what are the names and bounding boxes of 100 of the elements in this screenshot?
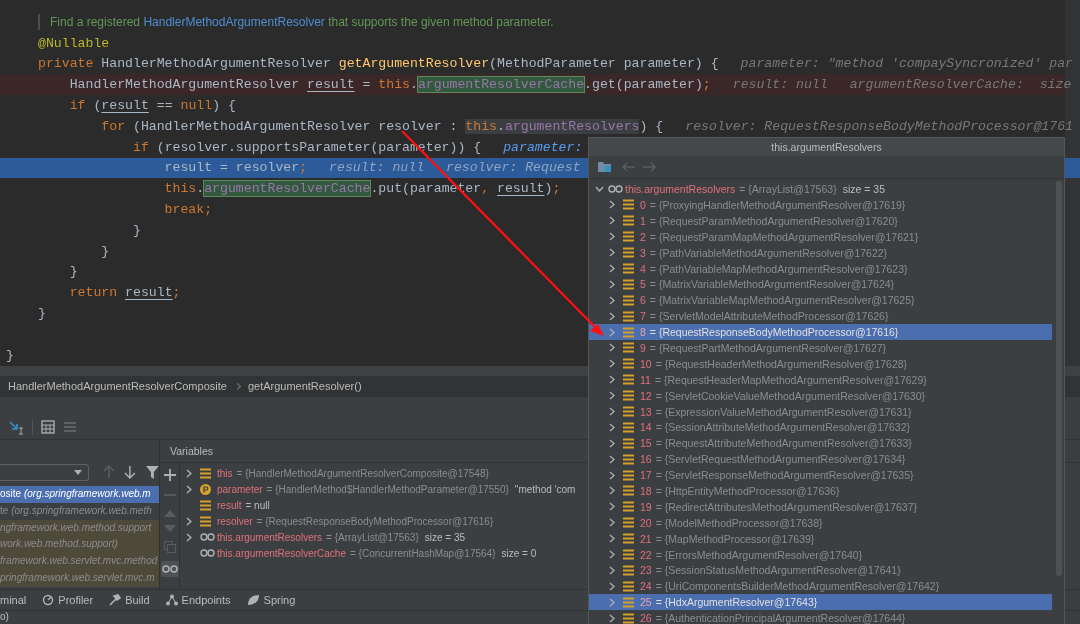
folder-icon[interactable] (597, 160, 613, 174)
variable-value: = null (245, 499, 270, 511)
watch-icon (200, 533, 215, 541)
tree-row[interactable]: 24 = {UriComponentsBuilderMethodArgumentResolver@17642} (589, 578, 1052, 595)
code-line: } (131, 222, 141, 238)
field-icon (623, 437, 634, 449)
tree-row[interactable]: 0 = {ProxyingHandlerMethodArgumentResolver@17619} (589, 197, 1052, 213)
tool-window-tab[interactable]: minal (0, 594, 27, 606)
watch-icon (200, 549, 215, 557)
tree-row[interactable]: 17 = {ServletResponseMethodArgumentResolver@17635} (589, 467, 1052, 484)
debug-hint: result: null (329, 160, 425, 176)
calculator-icon[interactable] (41, 420, 55, 434)
variable-name: 16 (640, 453, 652, 466)
variable-name: 6 (640, 294, 646, 307)
variable-value: = {ServletModelAttributeMethodProcessor@17626} (649, 310, 889, 323)
tree-row[interactable]: 21 = {MapMethodProcessor@17639} (589, 530, 1052, 547)
variable-name: 17 (640, 469, 652, 482)
variable-value: = {ModelMethodProcessor@17638} (655, 516, 823, 529)
field-icon (623, 517, 634, 529)
tree-row[interactable]: 3 = {PathVariableMethodArgumentResolver@17622} (589, 244, 1052, 261)
variable-name: 12 (640, 389, 652, 402)
watches-toggle[interactable] (160, 561, 179, 577)
field-icon (623, 231, 634, 243)
tree-row[interactable]: 10 = {RequestHeaderMethodArgumentResolver@17628} (589, 355, 1052, 372)
tree-row[interactable]: 18 = {HttpEntityMethodProcessor@17636} (589, 483, 1052, 499)
tree-row[interactable]: 12 = {ServletCookieValueMethodArgumentResolver@17630} (589, 387, 1052, 404)
tree-row[interactable]: 8 = {RequestResponseBodyMethodProcessor@17616} (589, 324, 1052, 340)
variable-name: this.argumentResolverCache (217, 547, 346, 559)
hammer-icon (109, 594, 122, 606)
variable-name: 4 (640, 262, 646, 275)
variable-name: 13 (640, 405, 652, 418)
tree-row[interactable]: 23 = {SessionStatusMethodArgumentResolver@17641} (589, 562, 1052, 579)
variable-value: = {AuthenticationPrincipalArgumentResolver@17644} (655, 612, 906, 624)
variable-name: 26 (640, 612, 652, 624)
field-icon (623, 421, 634, 433)
debug-hint: resolver: Request (446, 160, 581, 176)
variable-detail: "method 'com (514, 483, 576, 495)
down-arrow-icon[interactable] (124, 465, 137, 479)
variable-value: = {HdxArgumentResolver@17643} (655, 596, 818, 609)
stack-frame[interactable]: work.web.method.support) (0, 536, 159, 554)
variable-value: = {UriComponentsBuilderMethodArgumentResolver@17642} (655, 580, 940, 593)
stack-frame[interactable]: osite (org.springframework.web.m (0, 486, 159, 503)
breadcrumb-item[interactable]: HandlerMethodArgumentResolverComposite (8, 380, 227, 392)
tree-row[interactable]: 7 = {ServletModelAttributeMethodProcessor@17626} (589, 308, 1052, 325)
tree-row[interactable]: 2 = {RequestParamMapMethodArgumentResolver@17621} (589, 228, 1052, 245)
code-line: for (HandlerMethodArgumentResolver resolver : this.argumentResolvers) { (100, 118, 664, 134)
variable-name: 20 (640, 516, 652, 529)
stack-frame[interactable]: te (org.springframework.web.meth (0, 502, 159, 520)
field-icon (623, 247, 634, 259)
field-icon (623, 596, 634, 608)
variable-name: 15 (640, 437, 652, 450)
tool-window-tab[interactable]: Spring (246, 594, 296, 606)
variable-value: = {RequestParamMapMethodArgumentResolver@17621} (649, 230, 919, 243)
field-icon (200, 515, 211, 527)
tree-row[interactable]: 22 = {ErrorsMethodArgumentResolver@17640} (589, 546, 1052, 563)
tree-row[interactable]: 1 = {RequestParamMethodArgumentResolver@17620} (589, 212, 1052, 229)
tree-row[interactable]: 25 = {HdxArgumentResolver@17643} (589, 594, 1052, 611)
tree-row[interactable]: 26 = {AuthenticationPrincipalArgumentResolver@17644} (589, 610, 1052, 624)
field-icon (623, 580, 634, 592)
variable-name: 1 (640, 214, 646, 227)
tree-row[interactable]: 13 = {ExpressionValueMethodArgumentResolver@17631} (589, 403, 1052, 420)
code-line: private HandlerMethodArgumentResolver getArgumentResolver(MethodParameter parameter) { (38, 56, 719, 72)
debug-hint: result: null (732, 77, 828, 93)
status-text: o) (0, 611, 9, 622)
variable-name: 3 (640, 246, 646, 259)
variable-name: parameter (217, 483, 263, 495)
tree-row[interactable]: 19 = {RedirectAttributesMethodArgumentResolver@17637} (589, 498, 1052, 515)
tree-row[interactable]: 4 = {PathVariableMapMethodArgumentResolver@17623} (589, 260, 1052, 277)
field-icon (623, 215, 634, 227)
breadcrumb-item[interactable]: getArgumentResolver() (247, 380, 362, 392)
variable-value: = {PathVariableMapMethodArgumentResolver@17623} (649, 262, 908, 275)
tree-row[interactable]: 5 = {MatrixVariableMethodArgumentResolver@17624} (589, 276, 1052, 293)
variable-name: 0 (640, 198, 646, 211)
tree-row[interactable]: 11 = {RequestHeaderMapMethodArgumentResolver@17629} (589, 371, 1052, 388)
debug-hint: parameter: (503, 139, 583, 155)
expand-chevron-icon[interactable] (595, 186, 604, 192)
tree-row[interactable]: 9 = {RequestPartMethodArgumentResolver@17627} (589, 340, 1052, 356)
variable-name: 2 (640, 230, 646, 243)
code-line: } (38, 306, 46, 322)
field-icon (623, 342, 634, 354)
code-line: } (6, 347, 14, 363)
stack-frame[interactable]: framework.web.servlet.mvc.method (0, 553, 159, 570)
stack-frame[interactable]: ngframework.web.method.support (0, 519, 159, 537)
field-icon (623, 310, 634, 322)
filter-icon[interactable] (146, 465, 159, 479)
tree-row[interactable]: 6 = {MatrixVariableMapMethodArgumentResolver@17625} (589, 292, 1052, 309)
variable-value: = {ArrayList@17563} (739, 183, 837, 195)
variable-value: = {ProxyingHandlerMethodArgumentResolver@17619} (649, 198, 906, 211)
tool-window-tab[interactable]: Endpoints (165, 594, 231, 606)
tool-window-tab[interactable]: Build (109, 594, 150, 606)
tool-window-tab[interactable]: Profiler (42, 594, 94, 606)
tree-row[interactable]: 20 = {ModelMethodProcessor@17638} (589, 514, 1052, 531)
step-cursor-icon[interactable] (8, 419, 24, 435)
field-icon (623, 406, 634, 417)
field-icon (623, 294, 634, 306)
variable-value: = {SessionStatusMethodArgumentResolver@17641} (655, 564, 901, 577)
variable-value: = {MatrixVariableMethodArgumentResolver@17624} (649, 278, 895, 291)
variable-name: 23 (640, 564, 652, 577)
add-icon[interactable] (163, 469, 176, 481)
variable-value: = {RequestResponseBodyMethodProcessor@17616} (649, 326, 899, 339)
